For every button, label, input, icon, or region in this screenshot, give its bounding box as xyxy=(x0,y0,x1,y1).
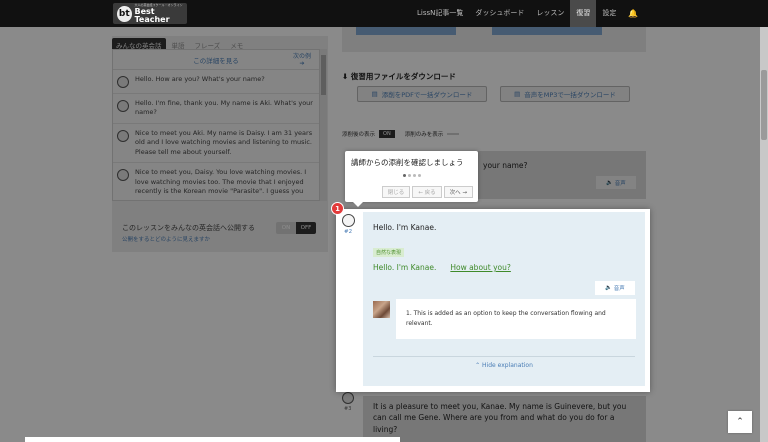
message-text: your name? xyxy=(483,161,528,170)
progress-dot xyxy=(412,174,416,177)
audio-button[interactable]: 🔈 音声 xyxy=(596,176,636,189)
avatar xyxy=(342,392,354,404)
avatar xyxy=(117,169,129,182)
tour-title: 講師からの添削を確認しましょう xyxy=(351,158,464,167)
download-mp3-button[interactable]: ▤ 音声をMP3で一括ダウンロード xyxy=(500,86,630,102)
explanation-box: 1. This is added as an option to keep th… xyxy=(396,299,636,339)
popover-arrow xyxy=(353,202,363,207)
audio-label: 音声 xyxy=(613,286,625,292)
message-bubble: Hello. I'm Kanae. 自然な表現 Hello. I'm Kanae… xyxy=(363,212,645,386)
nav-lesson[interactable]: レッスン xyxy=(530,0,570,27)
publish-toggle[interactable]: ON OFF xyxy=(276,222,316,234)
download-icon: ⬇ xyxy=(342,72,349,81)
show-correction-label: 添削後の表示 xyxy=(342,132,376,138)
avatar xyxy=(342,214,355,227)
document-icon: ▤ xyxy=(371,90,378,98)
chat-box-header: この詳細を見る 次の例 ➔ xyxy=(113,50,319,70)
chat-scroll-thumb[interactable] xyxy=(321,55,326,95)
divider xyxy=(373,356,635,357)
download-pdf-label: 添削をPDFで一括ダウンロード xyxy=(381,91,473,99)
download-section-title: ⬇ 復習用ファイルをダウンロード xyxy=(342,71,456,82)
audio-button[interactable]: 🔈 音声 xyxy=(595,281,635,295)
audio-label: 音声 xyxy=(614,180,626,187)
avatar xyxy=(117,76,129,88)
tour-back-button[interactable]: ← 戻る xyxy=(412,186,442,198)
tour-progress-dots xyxy=(345,174,478,177)
chevron-up-icon: ⌃ xyxy=(736,417,744,427)
hide-explanation-link[interactable]: ⌃ Hide explanation xyxy=(363,362,645,369)
list-item: Nice to meet you Aki. My name is Daisy. … xyxy=(113,124,319,164)
message-text: It is a pleasure to meet you, Kanae. My … xyxy=(373,402,627,434)
publish-preview-link[interactable]: 公開をするとどのように見えますか xyxy=(122,235,210,243)
bottom-strip xyxy=(25,437,400,442)
original-message: Hello. I'm Kanae. xyxy=(373,223,437,232)
message-number: #3 xyxy=(344,406,352,412)
chat-message: Hello. How are you? What's your name? xyxy=(135,75,265,83)
page-scrollbar[interactable] xyxy=(760,27,768,442)
top-button-right[interactable] xyxy=(492,27,602,35)
community-chat-box: この詳細を見る 次の例 ➔ Hello. How are you? What's… xyxy=(112,49,320,201)
speaker-icon: 🔈 xyxy=(606,179,614,186)
download-mp3-label: 音声をMP3で一括ダウンロード xyxy=(524,91,616,99)
toggle-off[interactable]: OFF xyxy=(296,222,316,234)
nav-dashboard[interactable]: ダッシュボード xyxy=(469,0,530,27)
correction-addition[interactable]: How about you? xyxy=(450,263,511,272)
message-bubble: It is a pleasure to meet you, Kanae. My … xyxy=(363,396,646,442)
avatar xyxy=(117,100,129,112)
progress-dot xyxy=(407,174,411,177)
download-pdf-button[interactable]: ▤ 添削をPDFで一括ダウンロード xyxy=(357,86,487,102)
speaker-icon: 🔈 xyxy=(605,285,613,291)
scroll-to-top-button[interactable]: ⌃ xyxy=(728,411,752,433)
bell-icon[interactable]: 🔔 xyxy=(622,0,644,27)
top-button-left[interactable] xyxy=(356,27,456,35)
progress-dot xyxy=(417,174,421,177)
tour-next-button[interactable]: 次へ → xyxy=(443,186,473,198)
page-scroll-thumb[interactable] xyxy=(761,70,767,140)
chat-message: Nice to meet you Aki. My name is Daisy. … xyxy=(135,128,313,156)
show-correction-only-toggle[interactable] xyxy=(447,133,460,135)
chat-message: Nice to meet you, Daisy. You love watchi… xyxy=(135,168,307,195)
document-icon: ▤ xyxy=(514,90,521,98)
corrected-message: Hello. I'm Kanae. How about you? xyxy=(373,263,511,272)
tutor-avatar xyxy=(373,301,390,318)
natural-expression-tag: 自然な表現 xyxy=(373,248,405,257)
show-correction-only-label: 添削のみを表示 xyxy=(404,132,444,138)
corrected-text: Hello. I'm Kanae. xyxy=(373,263,437,272)
best-teacher-logo[interactable]: bt 大人の英会話スクール・オンライン Best Teacher xyxy=(113,3,187,24)
message-bubble: your name? 🔈 音声 xyxy=(473,151,646,199)
list-item: Hello. How are you? What's your name? xyxy=(113,70,319,94)
highlighted-message-card: #2 Hello. I'm Kanae. 自然な表現 Hello. I'm Ka… xyxy=(336,209,650,392)
top-navbar: bt 大人の英会話スクール・オンライン Best Teacher LissN記事… xyxy=(0,0,768,27)
avatar xyxy=(117,129,129,142)
chat-scrollbar[interactable] xyxy=(320,49,327,201)
download-title-text: 復習用ファイルをダウンロード xyxy=(350,72,456,81)
show-correction-toggle[interactable]: ON xyxy=(379,130,395,138)
logo-text: Best Teacher xyxy=(134,6,170,24)
logo-mark-icon: bt xyxy=(117,5,132,22)
publish-section: このレッスンをみんなの英会話へ公開する 公開をするとどのように見えますか ON … xyxy=(112,214,328,252)
tour-close-button[interactable]: 閉じる xyxy=(381,186,411,198)
progress-dot xyxy=(402,174,406,177)
tour-popover: 講師からの添削を確認しましょう 閉じる ← 戻る 次へ → xyxy=(345,151,478,207)
nav-lissn[interactable]: LissN記事一覧 xyxy=(411,0,469,27)
next-example-label: 次の例 xyxy=(292,53,311,60)
list-item: Hello. I'm fine, thank you. My name is A… xyxy=(113,94,319,124)
right-top-panel xyxy=(342,27,646,52)
toggle-on[interactable]: ON xyxy=(276,222,296,234)
nav-review[interactable]: 復習 xyxy=(570,0,597,27)
display-switches: 添削後の表示 ON 添削のみを表示 xyxy=(342,130,460,138)
list-item: Nice to meet you, Daisy. You love watchi… xyxy=(113,163,319,200)
publish-title: このレッスンをみんなの英会話へ公開する xyxy=(122,224,255,232)
message-number: #2 xyxy=(344,229,353,235)
detail-link[interactable]: この詳細を見る xyxy=(193,55,239,65)
main-nav: LissN記事一覧 ダッシュボード レッスン 復習 設定 🔔 xyxy=(411,0,644,27)
tour-buttons: 閉じる ← 戻る 次へ → xyxy=(381,186,473,198)
next-example-button[interactable]: 次の例 ➔ xyxy=(293,53,311,67)
arrow-right-icon: ➔ xyxy=(299,60,305,68)
explanation-text: 1. This is added as an option to keep th… xyxy=(406,310,606,327)
nav-settings[interactable]: 設定 xyxy=(596,0,622,27)
tour-step-badge: 1 xyxy=(331,202,344,215)
chat-message: Hello. I'm fine, thank you. My name is A… xyxy=(135,99,313,117)
